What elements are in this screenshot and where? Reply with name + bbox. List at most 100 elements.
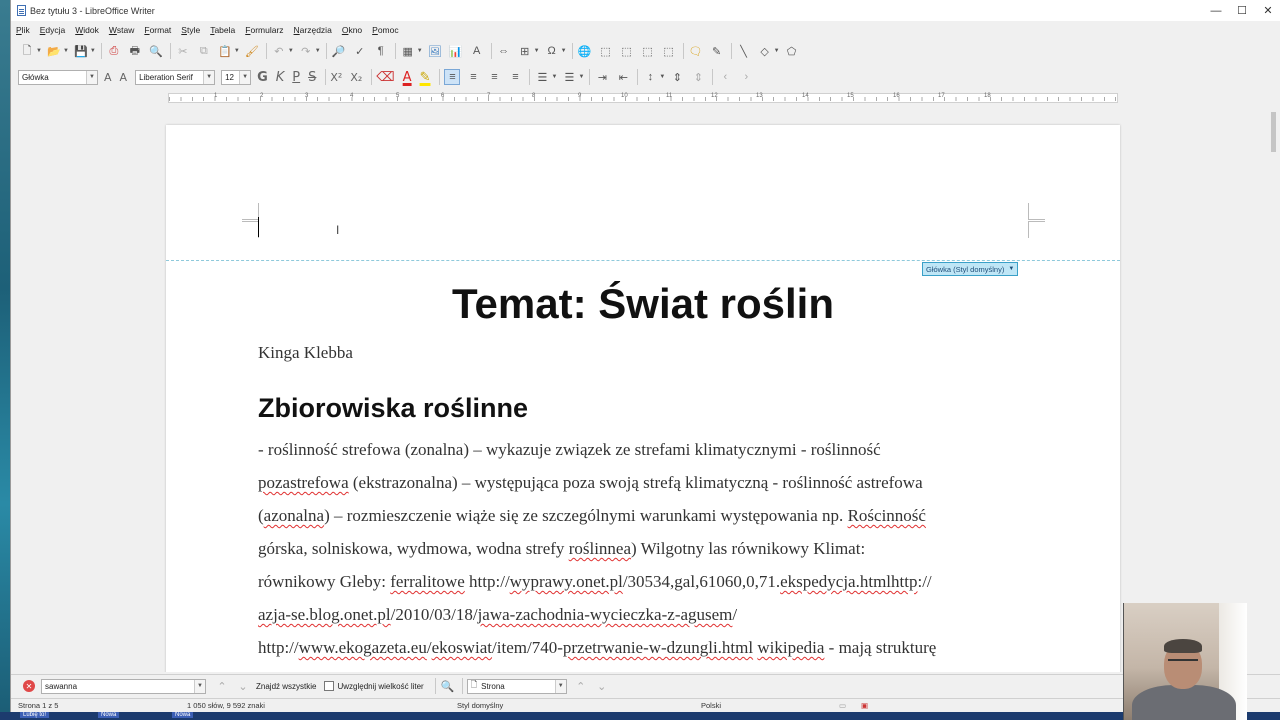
taskbar-item[interactable]: Nowa [172,712,194,718]
line-icon[interactable]: ╲ [736,43,752,59]
special-character-icon[interactable]: Ω [544,43,560,59]
chevron-down-icon[interactable]: ▼ [578,74,584,80]
close-button[interactable]: ✕ [1255,0,1280,21]
draw-functions-icon[interactable]: ⬠ [784,43,800,59]
save-icon[interactable]: 💾 [73,43,89,59]
close-find-icon[interactable]: ✕ [23,680,35,692]
chevron-down-icon[interactable]: ▼ [203,70,215,84]
chevron-down-icon[interactable]: ▼ [659,74,665,80]
numbering-icon[interactable]: ☰ [561,69,577,85]
chevron-down-icon[interactable]: ▼ [554,679,566,693]
font-name-combo[interactable]: Liberation Serif ▼ [135,69,216,85]
comment-icon[interactable]: 🗨 [688,43,704,59]
chevron-left-icon[interactable]: ‹ [717,69,733,85]
cut-icon[interactable]: ✂ [175,43,191,59]
menu-edycja[interactable]: Edycja [40,25,66,35]
underline-button[interactable]: P [292,70,300,85]
italic-button[interactable]: K [276,70,285,85]
copy-icon[interactable]: ⧉ [196,43,212,59]
menu-plik[interactable]: Plik [16,25,30,35]
justify-icon[interactable]: ≡ [507,69,523,85]
bookmark-icon[interactable]: ⬚ [640,43,656,59]
menu-formularz[interactable]: Formularz [245,25,283,35]
chevron-down-icon[interactable]: ▼ [534,48,540,54]
print-preview-icon[interactable]: 🔍 [148,43,164,59]
update-style-icon[interactable]: A [104,71,112,84]
align-right-icon[interactable]: ≡ [486,69,502,85]
search-input[interactable]: sawanna ▼ [41,678,206,694]
footnote-icon[interactable]: ⬚ [598,43,614,59]
document-modified-icon[interactable]: ▣ [861,701,868,710]
menu-narzedzia[interactable]: Narzędzia [294,25,332,35]
new-style-icon[interactable]: A [120,71,128,84]
export-pdf-icon[interactable]: ⎙ [106,43,122,59]
header-style-tag[interactable]: Główka (Styl domyślny) ▼ [922,262,1019,276]
chevron-down-icon[interactable]: ▼ [551,74,557,80]
match-case-checkbox[interactable] [324,681,335,691]
chevron-down-icon[interactable]: ▼ [36,48,42,54]
chevron-down-icon[interactable]: ▼ [774,48,780,54]
spellcheck-icon[interactable]: ✓ [352,43,368,59]
new-document-icon[interactable]: 🗋 [19,43,35,59]
undo-icon[interactable]: ↶ [271,43,287,59]
print-icon[interactable]: 🖶 [127,43,143,59]
paste-icon[interactable]: 📋 [217,43,233,59]
highlight-color-icon[interactable]: ✎ [420,70,431,85]
taskbar-item[interactable]: Nowa [98,712,120,718]
cross-reference-icon[interactable]: ⬚ [661,43,677,59]
taskbar-item[interactable]: Lubię to! [20,712,50,718]
chevron-down-icon[interactable]: ▼ [239,70,251,84]
page-break-icon[interactable]: ⇔ [496,43,512,59]
hyperlink-icon[interactable]: 🌐 [577,43,593,59]
insert-chart-icon[interactable]: 📊 [448,43,464,59]
menu-widok[interactable]: Widok [75,25,99,35]
align-left-icon[interactable]: ≡ [444,69,461,85]
formatting-marks-icon[interactable]: ¶ [373,43,389,59]
decrease-indent-icon[interactable]: ⇤ [615,69,631,85]
menu-pomoc[interactable]: Pomoc [372,25,398,35]
chevron-down-icon[interactable]: ▼ [315,48,321,54]
menu-okno[interactable]: Okno [342,25,362,35]
chevron-right-icon[interactable]: › [738,69,754,85]
spacing-reduce-icon[interactable]: ⇕ [690,69,706,85]
chevron-down-icon[interactable]: ▼ [90,48,96,54]
insert-mode-icon[interactable]: ▭ [839,701,846,710]
increase-indent-icon[interactable]: ⇥ [594,69,610,85]
subscript-button[interactable]: X₂ [350,71,362,84]
insert-textbox-icon[interactable]: A [469,43,485,59]
chevron-down-icon[interactable]: ▼ [1008,266,1014,272]
menu-style[interactable]: Style [181,25,200,35]
find-next-icon[interactable]: ⌄ [235,678,251,694]
endnote-icon[interactable]: ⬚ [619,43,635,59]
chevron-down-icon[interactable]: ▼ [288,48,294,54]
search-scope-combo[interactable]: 🗋 Strona ▼ [466,678,567,694]
page[interactable]: I Główka (Styl domyślny) ▼ Temat: Świat … [166,125,1120,672]
insert-table-icon[interactable]: ▦ [400,43,416,59]
paragraph-spacing-icon[interactable]: ⇕ [669,69,685,85]
clone-formatting-icon[interactable]: 🖌 [244,43,260,59]
scrollbar-thumb[interactable] [1271,112,1276,152]
minimize-button[interactable]: — [1203,0,1229,21]
find-previous-icon[interactable]: ⌃ [214,678,230,694]
go-up-icon[interactable]: ⌃ [573,678,589,694]
font-color-icon[interactable]: A [403,70,412,85]
basic-shapes-icon[interactable]: ◇ [757,43,773,59]
vertical-scrollbar[interactable] [1267,104,1280,672]
clear-formatting-icon[interactable]: ⌫ [376,70,394,85]
align-center-icon[interactable]: ≡ [465,69,481,85]
page-count[interactable]: Strona 1 z 5 [18,701,58,710]
font-size-combo[interactable]: 12 ▼ [221,69,252,85]
track-changes-icon[interactable]: ✎ [709,43,725,59]
chevron-down-icon[interactable]: ▼ [86,70,97,84]
menu-tabela[interactable]: Tabela [210,25,235,35]
chevron-down-icon[interactable]: ▼ [234,48,240,54]
open-folder-icon[interactable]: 📂 [46,43,62,59]
superscript-button[interactable]: X² [330,71,342,84]
chevron-down-icon[interactable]: ▼ [63,48,69,54]
horizontal-ruler[interactable]: 1 2 3 4 5 6 7 8 9 10 11 12 13 14 15 16 1… [168,93,1118,103]
word-count[interactable]: 1 050 słów, 9 592 znaki [187,701,265,710]
page-style[interactable]: Styl domyślny [457,701,503,710]
document-area[interactable]: I Główka (Styl domyślny) ▼ Temat: Świat … [11,104,1267,672]
chevron-down-icon[interactable]: ▼ [194,679,205,693]
maximize-button[interactable]: ☐ [1229,0,1255,21]
